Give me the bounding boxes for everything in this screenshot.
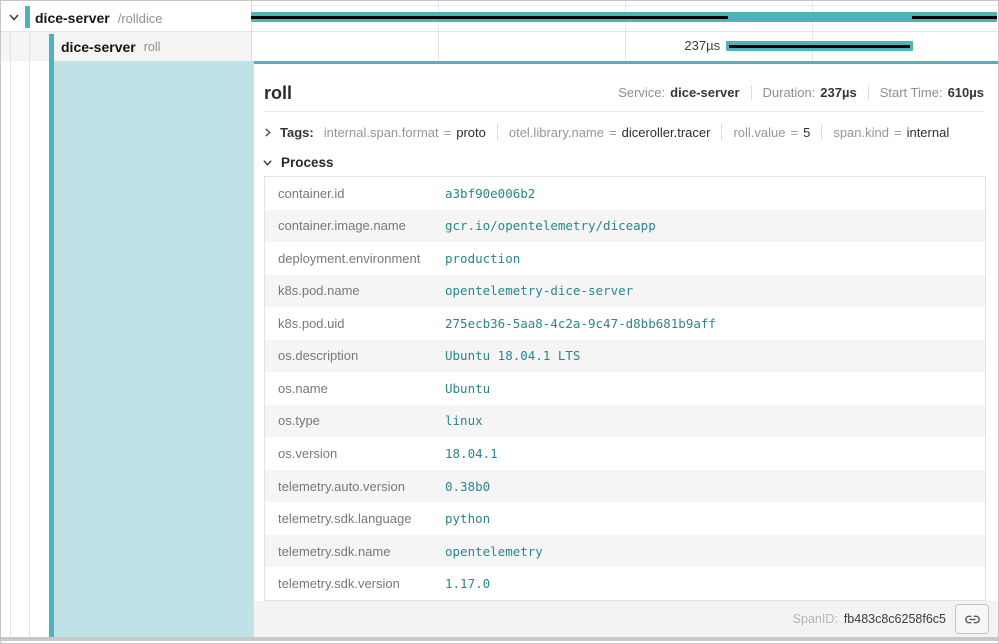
process-value: gcr.io/opentelemetry/diceapp <box>445 210 985 243</box>
meta-value: 610µs <box>948 85 984 100</box>
tag-item: internal.span.format=proto <box>324 125 486 140</box>
tag-divider <box>821 124 822 140</box>
span-detail-title: roll <box>264 81 292 105</box>
tag-divider <box>721 124 722 140</box>
tags-label: Tags: <box>280 125 314 140</box>
process-table-row: k8s.pod.nameopentelemetry-dice-server <box>265 275 985 308</box>
process-table-row: os.version18.04.1 <box>265 437 985 470</box>
critical-path-segment <box>729 45 910 48</box>
collapse-chevron-icon[interactable] <box>7 10 21 24</box>
span-row-rolldice[interactable]: dice-server /rolldice <box>35 5 163 31</box>
meta-divider <box>751 85 752 100</box>
process-key: container.image.name <box>265 210 445 243</box>
process-key: telemetry.sdk.name <box>265 535 445 568</box>
process-value: Ubuntu 18.04.1 LTS <box>445 340 985 373</box>
indent-guide-line <box>29 32 30 637</box>
process-table-row: os.nameUbuntu <box>265 372 985 405</box>
jaeger-trace-detail-view: dice-server /rolldice dice-server roll 2… <box>0 0 999 644</box>
span-meta-row: Service: dice-server Duration: 237µs Start T… <box>618 85 984 100</box>
process-value: python <box>445 502 985 535</box>
link-icon <box>964 611 981 628</box>
process-value: 275ecb36-5aa8-4c2a-9c47-d8bb681b9aff <box>445 307 985 340</box>
process-value: production <box>445 242 985 275</box>
span-operation-name: roll <box>144 40 161 54</box>
tags-accordion[interactable]: Tags: internal.span.format=proto otel.lib… <box>262 120 949 144</box>
process-key: k8s.pod.uid <box>265 307 445 340</box>
span-service-name: dice-server <box>61 39 136 55</box>
timeline-graph-area: 237µs <box>251 1 998 61</box>
meta-value: dice-server <box>670 85 739 100</box>
selected-span-rail <box>54 61 254 637</box>
process-table-row: telemetry.sdk.languagepython <box>265 502 985 535</box>
span-duration-label: 237µs <box>620 39 720 53</box>
process-value: 18.04.1 <box>445 437 985 470</box>
process-table-row: k8s.pod.uid275ecb36-5aa8-4c2a-9c47-d8bb6… <box>265 307 985 340</box>
meta-label: Start Time: <box>880 85 943 100</box>
span-service-name: dice-server <box>35 10 110 26</box>
process-key: telemetry.auto.version <box>265 470 445 503</box>
process-key: telemetry.sdk.version <box>265 567 445 600</box>
detail-bottom-border <box>1 637 998 641</box>
process-key: deployment.environment <box>265 242 445 275</box>
process-key-value-table: container.ida3bf90e006b2container.image.… <box>264 176 986 601</box>
critical-path-segment <box>251 16 728 19</box>
chevron-right-icon <box>262 127 273 138</box>
span-row-roll[interactable]: dice-server roll <box>61 32 160 61</box>
process-table-row: container.ida3bf90e006b2 <box>265 177 985 210</box>
process-table-row: telemetry.sdk.version1.17.0 <box>265 567 985 600</box>
indent-guide-line <box>10 32 11 637</box>
process-table-row: container.image.namegcr.io/opentelemetry… <box>265 210 985 243</box>
process-key: os.version <box>265 437 445 470</box>
process-table-row: telemetry.auto.version0.38b0 <box>265 470 985 503</box>
process-value: a3bf90e006b2 <box>445 177 985 210</box>
process-table-row: os.descriptionUbuntu 18.04.1 LTS <box>265 340 985 373</box>
tag-divider <box>497 124 498 140</box>
meta-value: 237µs <box>820 85 856 100</box>
spanid-label: SpanID: <box>793 612 838 626</box>
critical-path-segment <box>912 16 996 19</box>
process-key: os.name <box>265 372 445 405</box>
process-key: os.type <box>265 405 445 438</box>
chevron-down-icon <box>262 157 273 168</box>
process-value: Ubuntu <box>445 372 985 405</box>
process-value: 0.38b0 <box>445 470 985 503</box>
process-value: 1.17.0 <box>445 567 985 600</box>
process-key: telemetry.sdk.language <box>265 502 445 535</box>
process-value: opentelemetry <box>445 535 985 568</box>
process-table-row: telemetry.sdk.nameopentelemetry <box>265 535 985 568</box>
process-value: linux <box>445 405 985 438</box>
meta-divider <box>868 85 869 100</box>
process-label: Process <box>281 155 334 170</box>
tag-item: span.kind=internal <box>833 125 949 140</box>
span-color-chip <box>25 6 30 28</box>
tag-item: otel.library.name=diceroller.tracer <box>509 125 711 140</box>
process-key: os.description <box>265 340 445 373</box>
spanid-value: fb483c8c6258f6c5 <box>844 612 946 626</box>
process-table-row: deployment.environmentproduction <box>265 242 985 275</box>
process-key: container.id <box>265 177 445 210</box>
detail-footer: SpanID: fb483c8c6258f6c5 <box>254 601 998 637</box>
meta-label: Duration: <box>763 85 816 100</box>
process-key: k8s.pod.name <box>265 275 445 308</box>
tag-item: roll.value=5 <box>733 125 810 140</box>
process-table-row: os.typelinux <box>265 405 985 438</box>
detail-header-divider <box>264 111 984 112</box>
process-accordion[interactable]: Process <box>262 151 334 173</box>
meta-label: Service: <box>618 85 665 100</box>
process-value: opentelemetry-dice-server <box>445 275 985 308</box>
detail-panel-top-border <box>254 61 998 64</box>
span-operation-name: /rolldice <box>118 11 163 26</box>
copy-link-button[interactable] <box>955 604 989 634</box>
